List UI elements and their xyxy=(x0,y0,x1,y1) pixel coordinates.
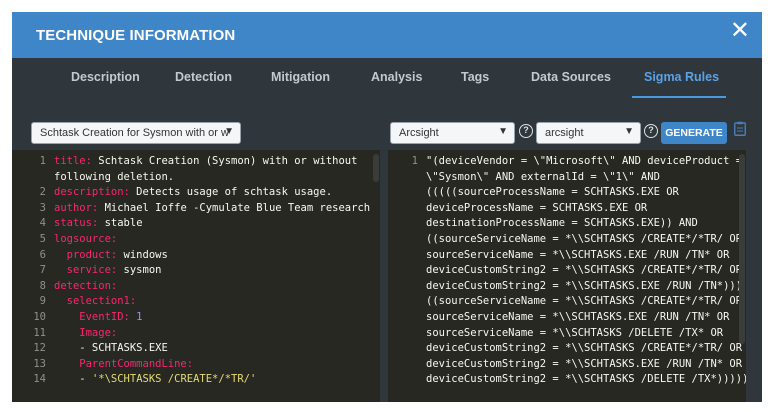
tab-detection[interactable]: Detection xyxy=(175,70,232,84)
line-number: 10 xyxy=(33,311,46,323)
clipboard-icon[interactable] xyxy=(734,121,746,136)
output-text: sourceServiceName = *\\SCHTASKS /DELETE … xyxy=(426,326,724,339)
code-text: logsource: xyxy=(54,233,118,245)
dialog-title: TECHNIQUE INFORMATION xyxy=(36,27,236,44)
output-text: deviceCustomString2 = *\\SCHTASKS /DELET… xyxy=(426,373,746,386)
rule-select-value: Schtask Creation for Sysmon with or w xyxy=(40,127,229,139)
rule-select[interactable]: Schtask Creation for Sysmon with or w ▼ xyxy=(31,122,241,144)
output-text: sourceServiceName = *\\SCHTASKS.EXE /RUN… xyxy=(426,311,730,323)
code-text: detection: xyxy=(54,279,118,292)
code-text: title: Schtask Creation (Sysmon) with or… xyxy=(54,155,358,167)
code-text: ParentCommandLine: xyxy=(54,357,194,370)
output-text: \"Sysmon\" AND externalId = \"1\" AND xyxy=(426,170,660,183)
line-number: 2 xyxy=(39,186,46,199)
code-text: following deletion. xyxy=(54,170,175,183)
output-text: sourceServiceName = *\\SCHTASKS.EXE /RUN… xyxy=(426,248,730,261)
output-text: deviceCustomString2 = *\\SCHTASKS.EXE /R… xyxy=(426,279,746,292)
backend-select[interactable]: Arcsight ▼ xyxy=(390,122,515,144)
generate-button[interactable]: GENERATE xyxy=(661,122,727,144)
code-text: - SCHTASKS.EXE xyxy=(54,342,168,355)
tab-analysis[interactable]: Analysis xyxy=(371,70,422,84)
close-icon[interactable]: ✕ xyxy=(730,19,750,43)
code-text: status: stable xyxy=(54,217,143,230)
output-text: (((((sourceProcessName = SCHTASKS.EXE OR xyxy=(426,186,679,199)
line-number: 13 xyxy=(33,357,46,370)
line-number: 6 xyxy=(39,248,46,261)
line-number: 7 xyxy=(39,264,46,277)
code-text: - '*\SCHTASKS /CREATE*/*TR/' xyxy=(54,373,257,386)
code-text: product: windows xyxy=(54,248,168,261)
dialog-header: TECHNIQUE INFORMATION ✕ xyxy=(12,12,762,58)
output-text: deviceCustomString2 = *\\SCHTASKS /CREAT… xyxy=(426,342,743,355)
line-number: 9 xyxy=(39,295,46,308)
line-number: 11 xyxy=(33,326,46,339)
query-output-editor[interactable]: 1 "(deviceVendor = \"Microsoft\" AND devi… xyxy=(388,150,746,402)
line-number: 1 xyxy=(411,155,418,167)
sigma-rule-editor[interactable]: 1 title: Schtask Creation (Sysmon) with o… xyxy=(12,150,380,402)
code-text: author: Michael Ioffe -Cymulate Blue Tea… xyxy=(54,201,371,214)
line-number: 8 xyxy=(39,279,46,292)
tab-tags[interactable]: Tags xyxy=(461,70,489,84)
output-text: deviceCustomString2 = *\\SCHTASKS /CREAT… xyxy=(426,264,743,277)
code-text: selection1: xyxy=(54,295,137,308)
tab-description[interactable]: Description xyxy=(71,70,140,84)
config-help-icon[interactable]: ? xyxy=(644,124,658,138)
backend-help-icon[interactable]: ? xyxy=(519,124,533,138)
chevron-down-icon: ▼ xyxy=(224,126,234,137)
backend-select-value: Arcsight xyxy=(399,127,439,139)
active-tab-indicator xyxy=(632,96,726,98)
chevron-down-icon: ▼ xyxy=(498,126,508,137)
code-text: EventID: 1 xyxy=(54,311,143,323)
tab-data-sources[interactable]: Data Sources xyxy=(531,70,611,84)
tab-mitigation[interactable]: Mitigation xyxy=(271,70,330,84)
output-text: deviceCustomString2 = *\\SCHTASKS.EXE /R… xyxy=(426,357,743,370)
chevron-down-icon: ▼ xyxy=(624,126,634,137)
output-text: destinationProcessName = SCHTASKS.EXE)) … xyxy=(426,217,698,230)
query-output-scrollbar[interactable] xyxy=(739,154,745,344)
line-number: 1 xyxy=(39,155,46,167)
line-number: 4 xyxy=(39,217,46,230)
config-select-value: arcsight xyxy=(545,127,584,139)
line-number: 5 xyxy=(39,233,46,245)
code-text: service: sysmon xyxy=(54,264,162,277)
line-number: 12 xyxy=(33,342,46,355)
output-text: "(deviceVendor = \"Microsoft\" AND devic… xyxy=(426,155,743,167)
code-text: description: Detects usage of schtask us… xyxy=(54,186,333,199)
config-select[interactable]: arcsight ▼ xyxy=(536,122,641,144)
technique-information-dialog: TECHNIQUE INFORMATION ✕ Description Dete… xyxy=(12,12,762,402)
output-text: deviceProcessName = SCHTASKS.EXE OR xyxy=(426,201,648,214)
output-text: ((sourceServiceName = *\\SCHTASKS /CREAT… xyxy=(426,295,743,308)
output-text: ((sourceServiceName = *\\SCHTASKS /CREAT… xyxy=(426,233,743,245)
tab-sigma-rules[interactable]: Sigma Rules xyxy=(644,70,719,84)
tab-bar: Description Detection Mitigation Analysi… xyxy=(12,58,762,98)
line-number: 14 xyxy=(33,373,46,386)
sigma-editor-scrollbar[interactable] xyxy=(373,154,379,182)
code-text: Image: xyxy=(54,326,118,339)
line-number: 3 xyxy=(39,201,46,214)
content-panel: Description Detection Mitigation Analysi… xyxy=(12,58,762,402)
